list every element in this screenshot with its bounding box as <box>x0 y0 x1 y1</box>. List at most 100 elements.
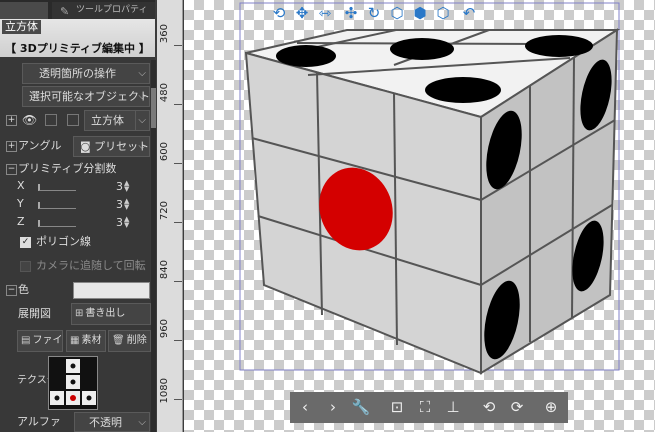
canvas-area[interactable]: ⟲ ✥ ⇿ ✣ ↻ ⬡ ⬢ ⬡ ↶ ‹ › 🔧 ⊡ ⛶ ⊥ ⟲ ⟳ ⊕ <box>184 0 655 432</box>
tab-blank[interactable] <box>0 2 48 20</box>
transparent-ops-label: 透明箇所の操作 <box>39 67 116 80</box>
move-object-icon[interactable]: ✣ <box>340 2 362 24</box>
export-icon: ⊞ <box>75 308 84 319</box>
object-launcher-bottom: ‹ › 🔧 ⊡ ⛶ ⊥ ⟲ ⟳ ⊕ <box>290 392 568 423</box>
vertical-ruler: 360 480 600 720 840 960 1080 <box>157 0 183 432</box>
axis-z-label: Z <box>17 215 25 228</box>
material-icon: ▦ <box>70 335 80 346</box>
alpha-dropdown[interactable]: 不透明 ⌵ <box>74 412 150 432</box>
axis-z-value[interactable]: 3 <box>116 216 123 229</box>
selectable-objects-dropdown[interactable]: 選択可能なオブジェクト ⌵ <box>22 86 150 107</box>
polygon-lines-label: ポリゴン線 <box>36 235 91 248</box>
chevron-down-icon: ⌵ <box>138 115 146 126</box>
prev-icon[interactable]: ‹ <box>292 392 318 423</box>
camera-icon: ◙ <box>80 140 95 153</box>
undo-camera-icon[interactable]: ↶ <box>458 2 480 24</box>
chevron-down-icon: ⌵ <box>138 68 146 79</box>
wrench-icon[interactable]: 🔧 <box>348 392 374 423</box>
ruler-tick <box>174 163 182 164</box>
panel-scrollbar[interactable] <box>151 60 156 432</box>
chevron-down-icon: ⌵ <box>138 91 146 102</box>
ruler-label: 360 <box>159 24 170 44</box>
panel-tab-bar: ✎ ツールプロパティ <box>0 0 155 20</box>
cube-3d-view[interactable] <box>184 0 655 432</box>
file-label: ファイ <box>32 335 63 346</box>
trash-icon: 🗑 <box>112 335 125 346</box>
cube-reset-icon[interactable]: ⬡ <box>432 2 454 24</box>
delete-label: 削除 <box>126 335 147 346</box>
axis-x-spinner[interactable]: ▲ ▼ <box>124 180 129 193</box>
tool-property-panel: ✎ ツールプロパティ 立方体 【 3Dプリミティブ編集中 】 透明箇所の操作 ⌵… <box>0 0 156 432</box>
collapse-divisions-button[interactable]: − <box>6 164 17 175</box>
expand-object-button[interactable]: + <box>6 115 17 126</box>
divisions-label: プリミティブ分割数 <box>18 162 117 175</box>
object-dropdown-toggle[interactable]: ⌵ <box>135 110 150 131</box>
transparent-ops-dropdown[interactable]: 透明箇所の操作 ⌵ <box>22 63 150 84</box>
material-button[interactable]: ▦ 素材 <box>66 330 106 352</box>
texture-thumbnail[interactable] <box>48 356 98 410</box>
tool-header: 立方体 【 3Dプリミティブ編集中 】 <box>0 19 155 57</box>
dolly-camera-icon[interactable]: ⇿ <box>314 2 336 24</box>
edit-mode-label: 【 3Dプリミティブ編集中 】 <box>5 42 150 55</box>
axis-x-value[interactable]: 3 <box>116 180 123 193</box>
ruler-tick <box>174 104 182 105</box>
object-name-label: 立方体 <box>91 114 124 127</box>
file-icon: ▤ <box>21 335 31 346</box>
angle-label: アングル <box>18 139 62 152</box>
ruler-label: 720 <box>159 201 170 221</box>
expand-angle-button[interactable]: + <box>6 141 17 152</box>
axis-x-slider[interactable] <box>38 184 76 191</box>
delete-button[interactable]: 🗑 削除 <box>108 330 151 352</box>
tool-property-icon: ✎ <box>60 5 70 18</box>
ruler-tick <box>174 281 182 282</box>
material-label: 素材 <box>81 335 102 346</box>
top-dot <box>425 77 501 103</box>
rotate-object-icon[interactable]: ↻ <box>363 2 385 24</box>
rotate-cw-icon[interactable]: ⟳ <box>504 392 530 423</box>
top-dot <box>525 35 593 57</box>
collapse-color-button[interactable]: − <box>6 285 17 296</box>
globe-icon[interactable]: ⊕ <box>538 392 564 423</box>
ground-icon[interactable]: ⊥ <box>440 392 466 423</box>
select-checkbox[interactable] <box>67 114 79 126</box>
pan-camera-icon[interactable]: ✥ <box>291 2 313 24</box>
alpha-value: 不透明 <box>89 416 122 429</box>
tab-tool-property-label: ツールプロパティ <box>76 5 148 15</box>
axis-y-slider[interactable] <box>38 202 76 209</box>
camera-fit-icon[interactable]: ⊡ <box>384 392 410 423</box>
axis-y-value[interactable]: 3 <box>116 198 123 211</box>
preset-dropdown[interactable]: ◙ プリセット ⌵ <box>73 136 150 157</box>
chevron-down-icon: ⌵ <box>138 141 146 152</box>
lock-checkbox[interactable] <box>45 114 57 126</box>
tab-tool-property[interactable]: ✎ ツールプロパティ <box>52 2 155 20</box>
ruler-tick <box>174 222 182 223</box>
rotate-ccw-icon[interactable]: ⟲ <box>476 392 502 423</box>
ruler-label: 480 <box>159 83 170 103</box>
axis-z-slider[interactable] <box>38 220 76 227</box>
axis-y-spinner[interactable]: ▲ ▼ <box>124 198 129 211</box>
frame-select-icon[interactable]: ⛶ <box>412 392 438 423</box>
ruler-label: 1080 <box>159 378 170 404</box>
ruler-tick <box>174 340 182 341</box>
eye-icon[interactable]: 👁 <box>22 112 37 128</box>
axis-z-spinner[interactable]: ▲ ▼ <box>124 216 129 229</box>
next-icon[interactable]: › <box>320 392 346 423</box>
panel-scrollbar-thumb[interactable] <box>151 88 156 128</box>
cube-select-icon[interactable]: ⬡ <box>386 2 408 24</box>
axis-y-label: Y <box>17 197 24 210</box>
follow-camera-checkbox[interactable] <box>20 261 31 272</box>
file-button[interactable]: ▤ ファイ <box>17 330 63 352</box>
export-label: 書き出し <box>85 308 126 319</box>
export-button[interactable]: ⊞ 書き出し <box>71 303 151 325</box>
ruler-tick <box>174 399 182 400</box>
cube-rotate-icon[interactable]: ⬢ <box>409 2 431 24</box>
color-swatch[interactable] <box>73 282 150 299</box>
rotate-camera-icon[interactable]: ⟲ <box>268 2 290 24</box>
follow-camera-label: カメラに追随して回転 <box>36 259 146 272</box>
tool-title: 立方体 <box>2 20 41 34</box>
color-label: 色 <box>18 283 29 296</box>
chevron-down-icon: ⌵ <box>138 417 146 428</box>
ruler-tick <box>174 45 182 46</box>
polygon-lines-checkbox[interactable]: ✓ <box>20 237 31 248</box>
selectable-objects-label: 選択可能なオブジェクト <box>29 90 150 103</box>
